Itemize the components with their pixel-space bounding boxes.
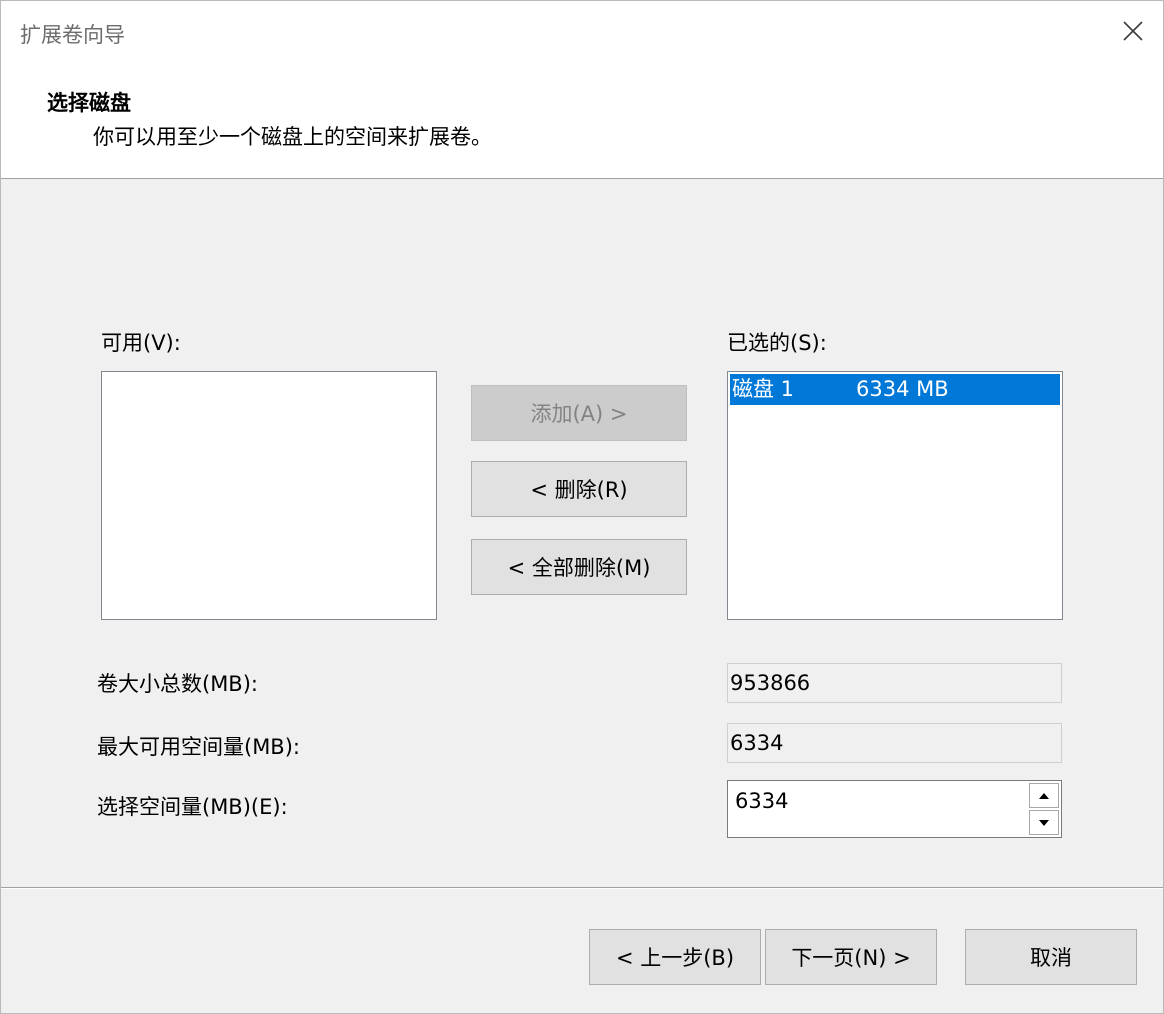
available-listbox[interactable] <box>101 371 437 620</box>
page-title: 选择磁盘 <box>47 91 131 115</box>
arrow-up-icon <box>1039 792 1049 799</box>
footer-separator <box>1 887 1163 889</box>
next-button[interactable]: 下一页(N) > <box>765 929 937 985</box>
page-subtitle: 你可以用至少一个磁盘上的空间来扩展卷。 <box>93 125 492 149</box>
add-button[interactable]: 添加(A) > <box>471 385 687 441</box>
remove-all-button[interactable]: < 全部删除(M) <box>471 539 687 595</box>
spin-up-button[interactable] <box>1029 783 1059 808</box>
max-space-field: 6334 <box>727 723 1062 763</box>
available-label: 可用(V): <box>101 331 181 355</box>
select-space-label: 选择空间量(MB)(E): <box>97 795 288 819</box>
window-title: 扩展卷向导 <box>20 23 125 47</box>
selected-label: 已选的(S): <box>727 331 827 355</box>
total-size-label: 卷大小总数(MB): <box>97 672 258 696</box>
wizard-header: 扩展卷向导 选择磁盘 你可以用至少一个磁盘上的空间来扩展卷。 <box>1 1 1163 179</box>
total-size-field: 953866 <box>727 663 1062 703</box>
select-space-stepper[interactable]: 6334 <box>727 780 1062 838</box>
extend-volume-wizard-window: 扩展卷向导 选择磁盘 你可以用至少一个磁盘上的空间来扩展卷。 可用(V): 添加… <box>0 0 1164 1014</box>
list-item[interactable]: 磁盘 1 6334 MB <box>730 374 1060 405</box>
close-icon <box>1123 21 1143 41</box>
disk-name: 磁盘 1 <box>732 377 795 401</box>
remove-button[interactable]: < 删除(R) <box>471 461 687 517</box>
max-space-label: 最大可用空间量(MB): <box>97 735 300 759</box>
close-button[interactable] <box>1115 13 1151 49</box>
cancel-button[interactable]: 取消 <box>965 929 1137 985</box>
arrow-down-icon <box>1039 819 1049 826</box>
disk-size: 6334 MB <box>856 377 949 401</box>
selected-listbox[interactable]: 磁盘 1 6334 MB <box>727 371 1063 620</box>
spin-down-button[interactable] <box>1029 810 1059 835</box>
select-space-input[interactable]: 6334 <box>735 789 788 813</box>
back-button[interactable]: < 上一步(B) <box>589 929 761 985</box>
spin-arrows <box>1029 783 1059 835</box>
